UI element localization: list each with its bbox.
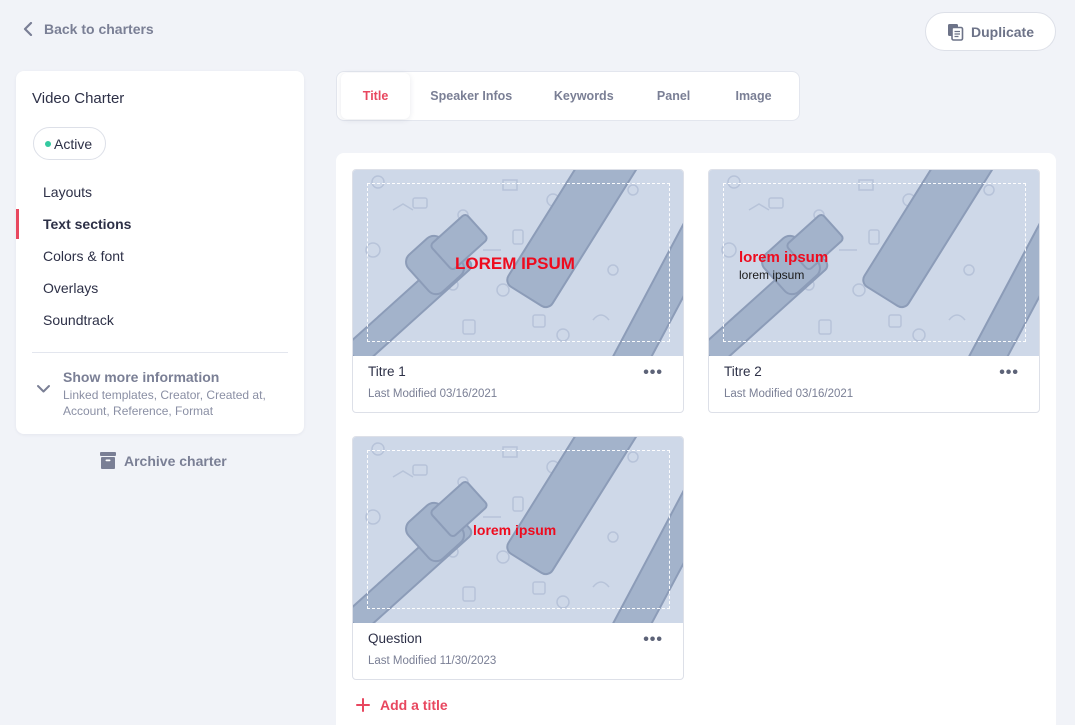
tab-label: Speaker Infos: [430, 89, 513, 103]
title-card-titre-1[interactable]: LOREM IPSUM Titre 1 Last Modified 03/16/…: [352, 169, 684, 413]
show-more-information-toggle[interactable]: Show more information Linked templates, …: [36, 369, 273, 419]
sidebar-divider: [32, 352, 288, 353]
sidebar-item-label: Soundtrack: [43, 312, 114, 328]
sidebar-item-colors-font[interactable]: Colors & font: [16, 240, 304, 272]
add-title-button[interactable]: Add a title: [356, 697, 448, 713]
sidebar-item-layouts[interactable]: Layouts: [16, 176, 304, 208]
sidebar-item-label: Colors & font: [43, 248, 124, 264]
duplicate-label: Duplicate: [970, 23, 1034, 40]
card-last-modified: Last Modified 03/16/2021: [368, 388, 498, 400]
title-card-question[interactable]: lorem ipsum Question Last Modified 11/30…: [352, 436, 684, 680]
sidebar-item-label: Layouts: [43, 184, 93, 200]
sidebar-item-soundtrack[interactable]: Soundtrack: [16, 304, 304, 336]
charter-sidebar: Video Charter Active Layouts Text sectio…: [16, 71, 304, 434]
tab-title[interactable]: Title: [341, 73, 411, 119]
charter-title: Video Charter: [32, 90, 125, 107]
more-horizontal-icon[interactable]: •••: [643, 364, 663, 382]
card-name: Question: [368, 631, 423, 646]
tab-label: Title: [362, 89, 389, 103]
more-horizontal-icon[interactable]: •••: [643, 631, 663, 649]
tab-label: Image: [735, 89, 772, 103]
more-horizontal-icon[interactable]: •••: [999, 364, 1019, 382]
sidebar-item-overlays[interactable]: Overlays: [16, 272, 304, 304]
back-label: Back to charters: [44, 21, 154, 37]
chevron-down-icon: [37, 385, 50, 393]
show-more-title: Show more information: [63, 369, 220, 385]
status-dot-icon: [45, 140, 51, 147]
copy-icon: [947, 23, 964, 41]
back-to-charters-link[interactable]: Back to charters: [22, 21, 154, 37]
archive-label: Archive charter: [124, 452, 227, 469]
tab-image[interactable]: Image: [712, 73, 795, 119]
tab-speaker-infos[interactable]: Speaker Infos: [410, 73, 532, 119]
tab-keywords[interactable]: Keywords: [532, 73, 635, 119]
tab-label: Panel: [656, 89, 691, 103]
title-card-titre-2[interactable]: lorem ipsum lorem ipsum Titre 2 Last Mod…: [708, 169, 1040, 413]
tab-label: Keywords: [553, 89, 614, 103]
sidebar-menu: Layouts Text sections Colors & font Over…: [16, 176, 304, 336]
card-last-modified: Last Modified 03/16/2021: [724, 388, 854, 400]
card-footer: Question Last Modified 11/30/2023 •••: [353, 623, 683, 679]
chevron-left-icon: [23, 22, 33, 36]
preview-main-text: lorem ipsum: [473, 522, 557, 538]
add-title-label: Add a title: [380, 697, 448, 713]
sidebar-item-label: Text sections: [43, 216, 132, 232]
sidebar-item-label: Overlays: [43, 280, 99, 296]
preview-main-text: LOREM IPSUM: [455, 254, 575, 273]
sidebar-item-text-sections[interactable]: Text sections: [16, 208, 304, 240]
status-label: Active: [54, 135, 93, 152]
plus-icon: [356, 698, 370, 712]
tab-panel[interactable]: Panel: [635, 73, 712, 119]
preview-main-text: lorem ipsum: [739, 249, 829, 266]
show-more-description: Linked templates, Creator, Created at, A…: [63, 388, 266, 418]
duplicate-button[interactable]: Duplicate: [925, 12, 1056, 51]
archive-box-icon: [100, 452, 116, 469]
status-badge: Active: [33, 127, 107, 160]
card-footer: Titre 2 Last Modified 03/16/2021 •••: [709, 356, 1039, 412]
card-name: Titre 1: [368, 364, 406, 379]
card-footer: Titre 1 Last Modified 03/16/2021 •••: [353, 356, 683, 412]
preview-sub-text: lorem ipsum: [739, 268, 805, 282]
title-preview-thumbnail: LOREM IPSUM: [353, 170, 683, 356]
card-name: Titre 2: [724, 364, 762, 379]
text-section-tabs: Title Speaker Infos Keywords Panel Image: [336, 71, 800, 121]
archive-charter-button[interactable]: Archive charter: [100, 452, 227, 469]
title-preview-thumbnail: lorem ipsum lorem ipsum: [709, 170, 1039, 356]
title-preview-thumbnail: lorem ipsum: [353, 437, 683, 623]
card-last-modified: Last Modified 11/30/2023: [368, 655, 497, 667]
